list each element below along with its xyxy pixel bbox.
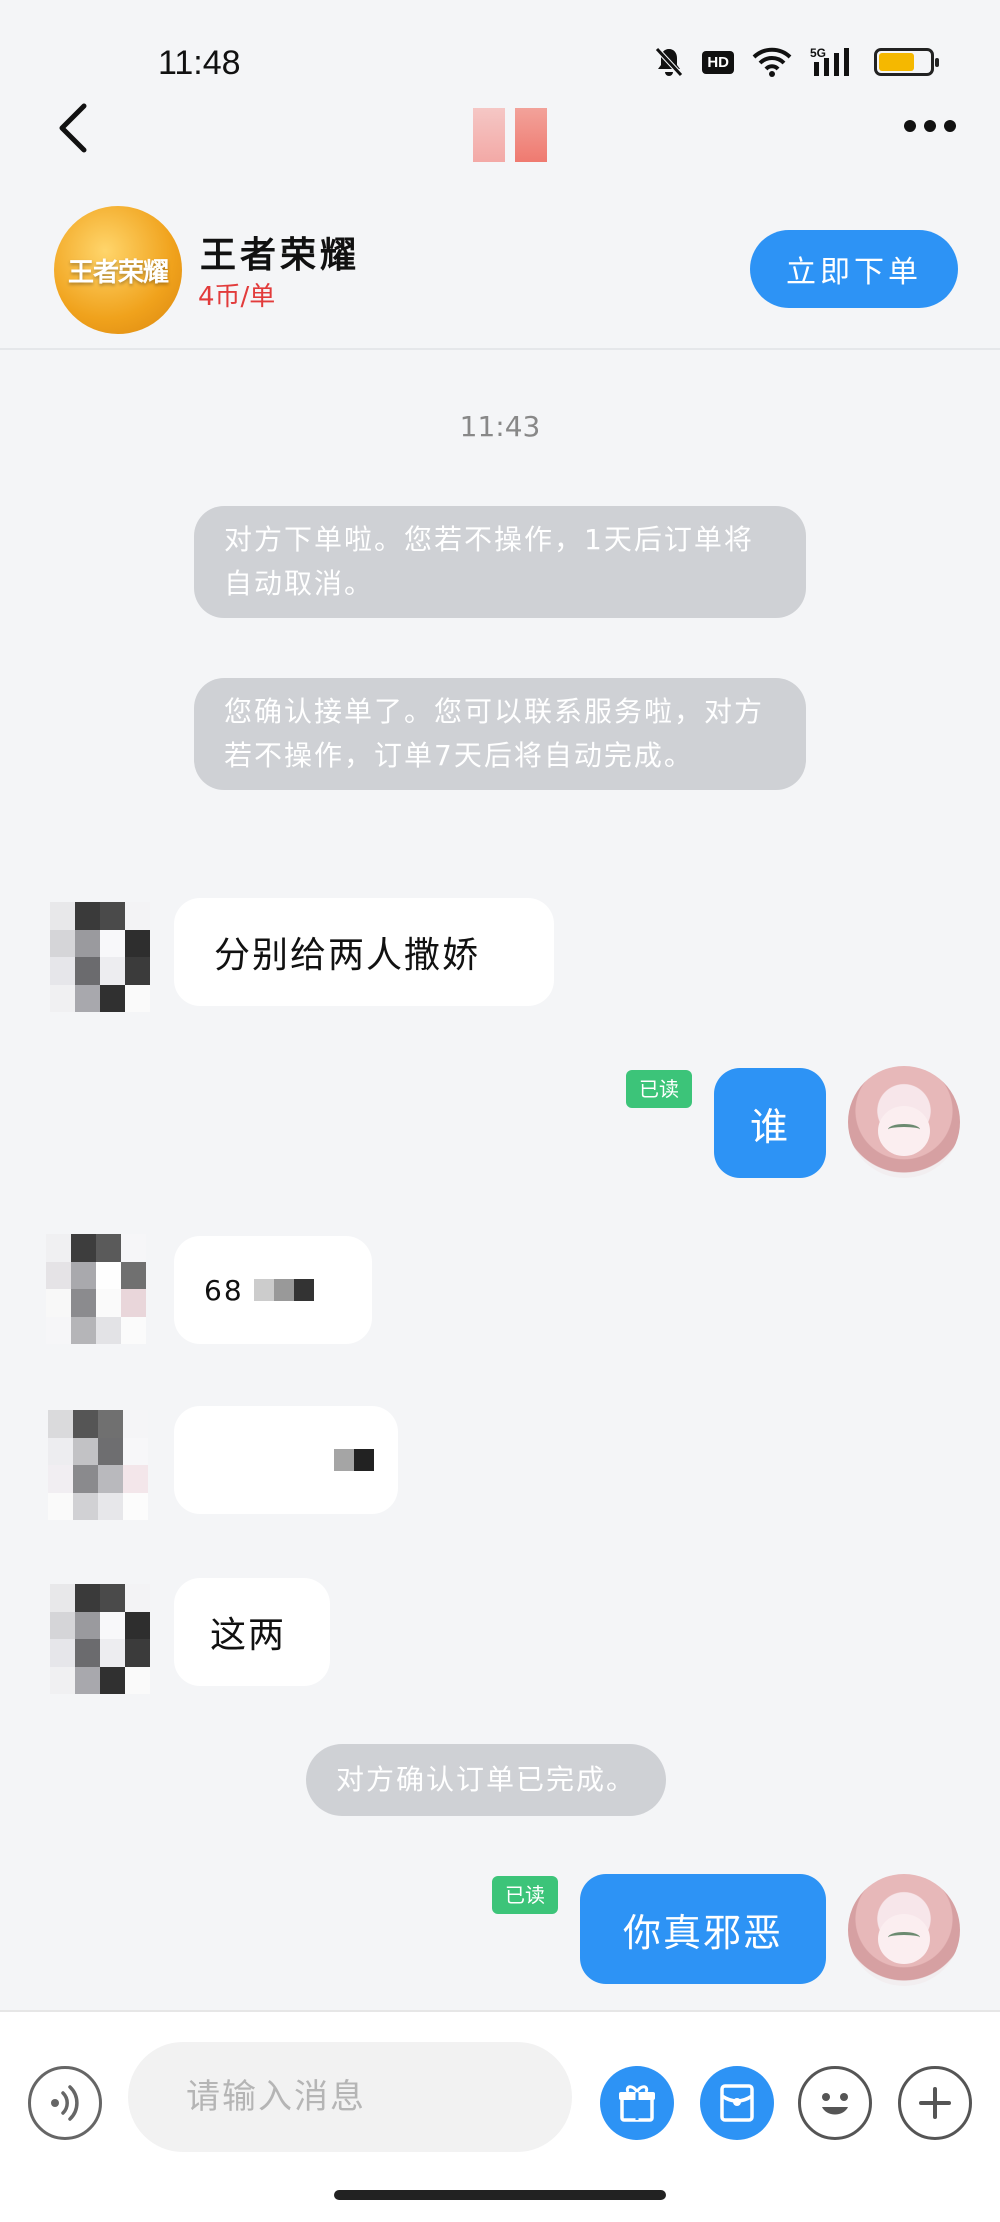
status-bar: 11:48 HD 5G [0, 0, 1000, 100]
contact-avatar[interactable] [46, 1234, 146, 1344]
battery-icon [874, 48, 939, 76]
voice-input-icon[interactable] [28, 2066, 102, 2140]
wifi-icon [752, 47, 792, 77]
more-options-icon[interactable] [904, 120, 956, 132]
service-header: 王者荣耀 王者荣耀 4币/单 立即下单 [0, 200, 1000, 350]
order-now-button[interactable]: 立即下单 [750, 230, 958, 308]
system-message: 您确认接单了。您可以联系服务啦，对方若不操作，订单7天后将自动完成。 [194, 678, 806, 790]
incoming-message[interactable] [174, 1406, 398, 1514]
outgoing-message[interactable]: 你真邪恶 [580, 1874, 826, 1984]
contact-avatar[interactable] [50, 1584, 150, 1694]
game-logo[interactable]: 王者荣耀 [54, 206, 182, 334]
home-indicator[interactable] [334, 2190, 666, 2200]
incoming-message[interactable]: 68 [174, 1236, 372, 1344]
contact-avatar[interactable] [48, 1410, 148, 1520]
read-status-badge: 已读 [626, 1070, 692, 1108]
mute-bell-icon [655, 47, 684, 77]
system-message: 对方下单啦。您若不操作，1天后订单将自动取消。 [194, 506, 806, 618]
incoming-message[interactable]: 这两 [174, 1578, 330, 1686]
message-timestamp: 11:43 [459, 410, 541, 443]
read-status-badge: 已读 [492, 1876, 558, 1914]
hd-badge: HD [702, 50, 734, 74]
my-avatar[interactable] [848, 1874, 960, 1986]
svg-text:5G: 5G [810, 46, 826, 60]
game-price: 4币/单 [198, 282, 276, 312]
status-time: 11:48 [158, 44, 241, 82]
contact-avatar[interactable] [50, 902, 150, 1012]
system-message: 对方确认订单已完成。 [306, 1744, 667, 1816]
my-avatar[interactable] [848, 1066, 960, 1178]
emoji-icon[interactable] [798, 2066, 872, 2140]
outgoing-message[interactable]: 谁 [714, 1068, 826, 1178]
game-name: 王者荣耀 [200, 235, 361, 276]
plus-icon[interactable] [898, 2066, 972, 2140]
message-input[interactable] [128, 2042, 572, 2152]
nav-bar [0, 100, 1000, 200]
redacted-text [334, 1449, 374, 1471]
back-arrow-icon[interactable] [50, 100, 110, 160]
gift-icon[interactable] [600, 2066, 674, 2140]
red-packet-icon[interactable] [700, 2066, 774, 2140]
redacted-text [253, 1279, 314, 1301]
signal-5g-icon: 5G [810, 46, 849, 76]
contact-avatar-blurred[interactable] [468, 108, 552, 170]
status-icons: HD 5G [654, 46, 939, 78]
incoming-message[interactable]: 分别给两人撒娇 [174, 898, 554, 1006]
